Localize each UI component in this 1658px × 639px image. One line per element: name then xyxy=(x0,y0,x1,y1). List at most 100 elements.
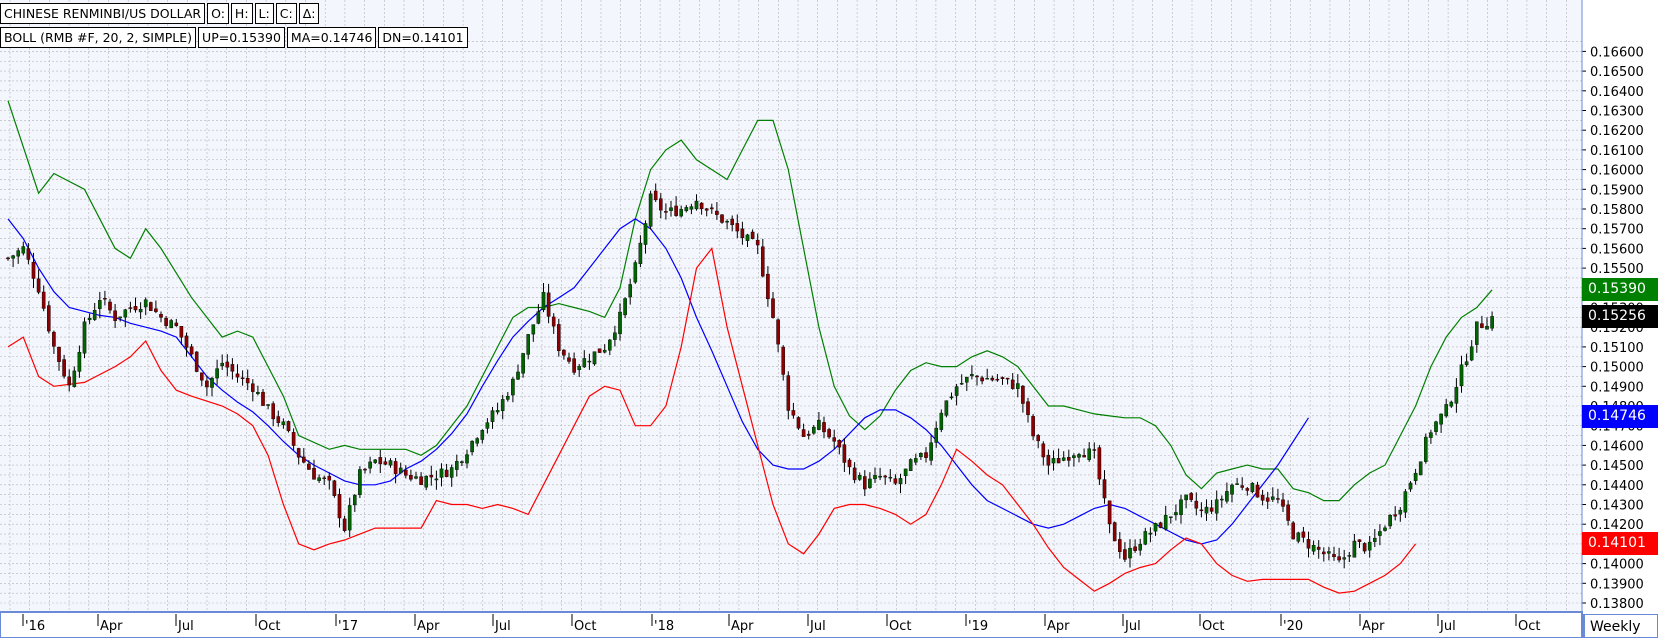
candle-body xyxy=(449,467,454,478)
candle-body xyxy=(903,468,908,477)
y-tick-label: 0.14200 xyxy=(1590,518,1644,533)
x-axis-frame xyxy=(0,611,1583,638)
plot-background xyxy=(0,0,1582,612)
candle-body xyxy=(332,480,337,496)
candle-body xyxy=(485,422,490,429)
x-tick-label: Jul xyxy=(494,619,511,634)
candle-body xyxy=(531,324,536,335)
candle-body xyxy=(424,475,429,488)
x-tick-label: Jul xyxy=(1439,619,1456,634)
candle-body xyxy=(1000,377,1005,379)
candle-body xyxy=(322,477,327,480)
candle-body xyxy=(235,373,240,378)
candle-body xyxy=(1225,491,1229,502)
candle-body xyxy=(1372,537,1377,542)
candle-body xyxy=(21,246,26,254)
candle-body xyxy=(1041,443,1046,458)
candle-body xyxy=(1021,385,1025,404)
candle-body xyxy=(801,429,806,437)
candle-body xyxy=(949,396,954,399)
y-tick-label: 0.16400 xyxy=(1590,85,1644,100)
x-tick-label: '20 xyxy=(1283,619,1303,634)
candle-body xyxy=(1026,401,1030,415)
candle-body xyxy=(1332,554,1336,558)
candle-body xyxy=(506,395,510,400)
candle-body xyxy=(1362,543,1367,552)
candle-body xyxy=(296,448,301,458)
candle-body xyxy=(347,505,352,531)
candle-body xyxy=(57,347,61,362)
candle-body xyxy=(908,459,913,472)
candle-body xyxy=(327,475,332,481)
candle-body xyxy=(781,346,785,375)
bollinger-chart[interactable]: 0.16600 0.16500 0.16400 0.16300 0.16200 0.161… xyxy=(0,0,1658,638)
candle-body xyxy=(1163,514,1168,530)
candle-body xyxy=(868,478,872,488)
candle-body xyxy=(138,308,143,313)
candle-body xyxy=(164,318,168,326)
candle-body xyxy=(597,348,602,353)
candle-body xyxy=(1403,491,1408,513)
y-tick-label: 0.16600 xyxy=(1590,45,1644,60)
x-tick-label: Apr xyxy=(1047,619,1070,634)
candle-body xyxy=(378,457,383,465)
candle-body xyxy=(750,231,755,240)
y-tick-label: 0.16500 xyxy=(1590,65,1644,80)
candle-body xyxy=(1143,531,1148,545)
candle-body xyxy=(648,193,653,227)
candle-body xyxy=(572,358,576,373)
candle-body xyxy=(536,311,541,324)
candle-body xyxy=(475,438,480,444)
candle-body xyxy=(1082,455,1086,458)
candle-body xyxy=(893,478,898,484)
candle-body xyxy=(1286,504,1290,521)
candle-body xyxy=(704,208,709,211)
candle-body xyxy=(1174,512,1178,516)
x-tick-label: Oct xyxy=(258,619,280,634)
candle-body xyxy=(261,391,265,406)
candle-body xyxy=(551,316,556,327)
candle-body xyxy=(1245,488,1250,491)
candle-body xyxy=(404,469,408,476)
candle-body xyxy=(11,255,15,259)
candle-body xyxy=(266,404,270,406)
candle-body xyxy=(1092,449,1097,451)
candle-body xyxy=(1194,500,1199,509)
candle-body xyxy=(1398,509,1403,515)
last-price-tag: 0.15256 xyxy=(1582,304,1658,328)
boll-settings-label[interactable]: BOLL (RMB #F, 20, 2, SIMPLE) xyxy=(0,27,197,48)
candle-body xyxy=(1480,323,1484,328)
candle-body xyxy=(1327,551,1331,554)
candle-body xyxy=(929,442,933,461)
candle-body xyxy=(970,374,974,377)
candle-body xyxy=(1301,531,1306,538)
candle-body xyxy=(41,291,46,309)
candle-body xyxy=(1240,485,1244,488)
candle-body xyxy=(863,476,867,490)
candle-body xyxy=(710,207,714,210)
y-tick-label: 0.15100 xyxy=(1590,341,1644,356)
candle-body xyxy=(924,452,928,458)
candle-body xyxy=(1107,500,1112,525)
candle-body xyxy=(184,335,189,348)
candle-body xyxy=(1311,545,1316,552)
candle-body xyxy=(128,307,133,309)
candle-body xyxy=(1138,543,1142,551)
candle-body xyxy=(52,331,56,347)
period-selector[interactable]: Weekly xyxy=(1583,614,1658,638)
candle-body xyxy=(730,218,734,226)
candle-body xyxy=(455,461,459,470)
candle-body xyxy=(659,198,663,211)
y-tick-label: 0.16200 xyxy=(1590,124,1644,139)
candle-body xyxy=(1352,540,1357,558)
lower-band-value: DN=0.14101 xyxy=(378,27,468,48)
instrument-title: CHINESE RENMINBI/US DOLLAR xyxy=(0,3,206,24)
y-tick-label: 0.15800 xyxy=(1590,203,1644,218)
candle-body xyxy=(1454,387,1459,404)
candle-body xyxy=(1444,404,1448,417)
candle-body xyxy=(302,456,306,463)
candle-body xyxy=(1153,523,1158,532)
candle-body xyxy=(878,475,882,478)
candle-body xyxy=(669,207,673,211)
candle-body xyxy=(307,463,311,470)
